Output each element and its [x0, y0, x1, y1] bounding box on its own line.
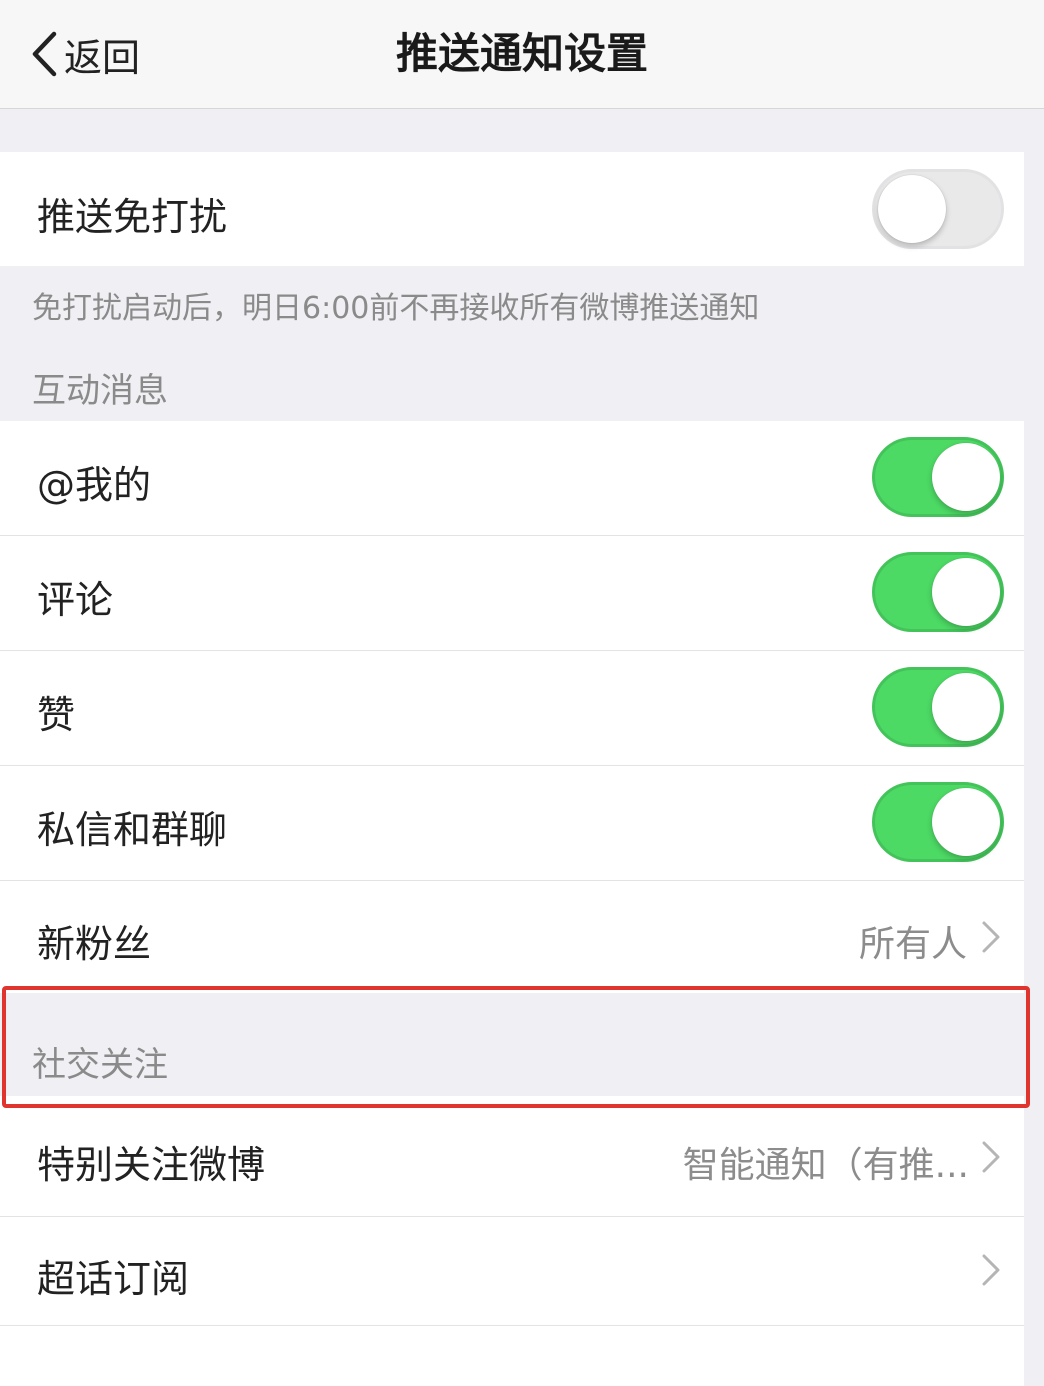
mention-toggle[interactable]	[872, 437, 1004, 517]
push-notification-settings-page: 返回 推送通知设置 推送免打扰 免打扰启动后，明日6:00前不再接收所有微博推送…	[0, 0, 1044, 1386]
section-title-interaction: 互动消息	[32, 371, 168, 411]
toggle-knob	[932, 788, 1000, 856]
new-fans-value: 所有人	[858, 924, 967, 965]
new-fans-label: 新粉丝	[37, 922, 152, 966]
toggle-knob	[932, 558, 1000, 626]
new-fans-row[interactable]: 新粉丝 所有人	[0, 881, 1024, 993]
dm-group-chat-label: 私信和群聊	[37, 808, 228, 852]
settings-list: 推送免打扰 免打扰启动后，明日6:00前不再接收所有微博推送通知 互动消息 @我…	[0, 109, 1024, 1386]
dnd-label: 推送免打扰	[37, 195, 228, 239]
comment-label: 评论	[37, 578, 114, 622]
page-title: 推送通知设置	[395, 29, 648, 78]
nav-bar: 返回 推送通知设置	[0, 0, 1044, 109]
chevron-right-icon	[981, 1140, 1001, 1174]
chevron-right-icon	[981, 920, 1001, 954]
dm-group-chat-toggle[interactable]	[872, 782, 1004, 862]
section-title-social: 社交关注	[32, 1045, 168, 1085]
toggle-knob	[932, 673, 1000, 741]
chevron-right-icon	[981, 1253, 1001, 1287]
comment-toggle[interactable]	[872, 552, 1004, 632]
super-topic-row[interactable]: 超话订阅	[0, 1217, 1024, 1325]
special-follow-row[interactable]: 特别关注微博 智能通知（有推...	[0, 1096, 1024, 1216]
dm-group-chat-row: 私信和群聊	[0, 766, 1024, 880]
like-label: 赞	[37, 693, 76, 737]
dnd-row: 推送免打扰	[0, 152, 1024, 266]
mention-label: @我的	[37, 463, 152, 507]
like-toggle[interactable]	[872, 667, 1004, 747]
partial-row[interactable]	[0, 1326, 1024, 1386]
like-row: 赞	[0, 651, 1024, 765]
special-follow-value: 智能通知（有推...	[682, 1145, 969, 1186]
super-topic-label: 超话订阅	[37, 1257, 190, 1301]
toggle-knob	[932, 443, 1000, 511]
mention-row: @我的	[0, 421, 1024, 535]
special-follow-label: 特别关注微博	[37, 1143, 266, 1187]
toggle-knob	[878, 175, 946, 243]
comment-row: 评论	[0, 536, 1024, 650]
dnd-toggle[interactable]	[872, 169, 1004, 249]
dnd-hint: 免打扰启动后，明日6:00前不再接收所有微博推送通知	[32, 291, 760, 326]
